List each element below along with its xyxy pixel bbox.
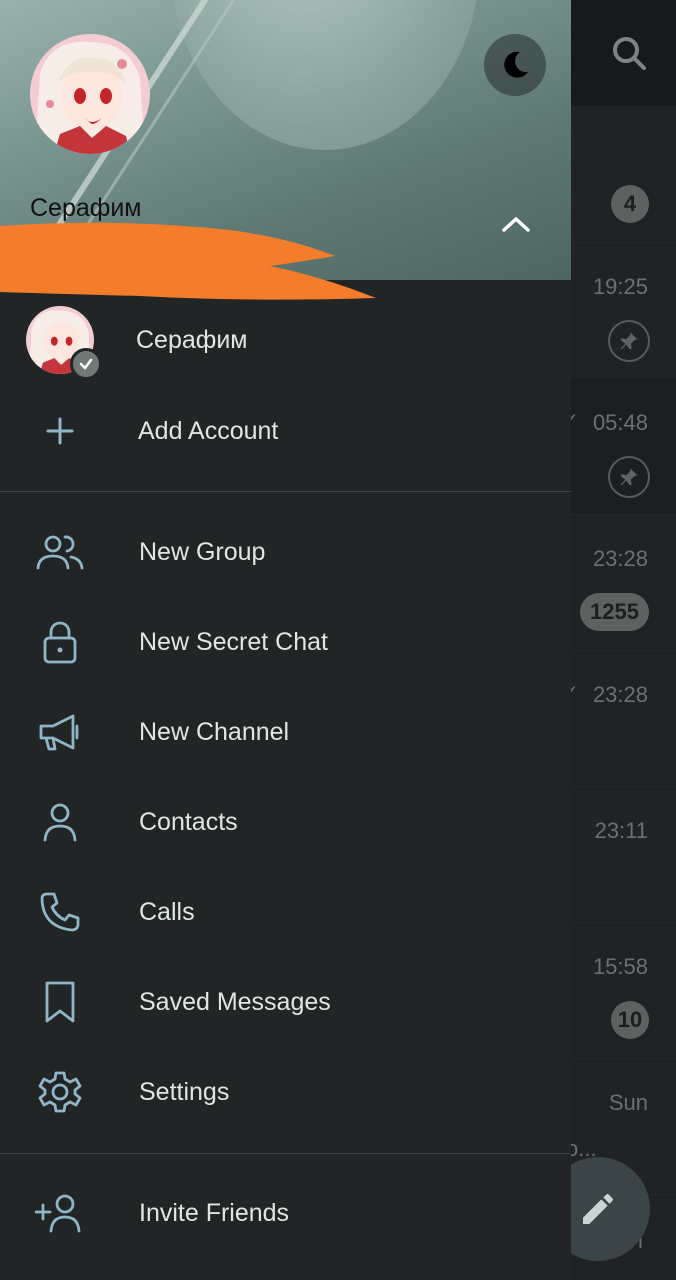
avatar[interactable] <box>30 34 150 154</box>
menu-item-contacts[interactable]: Contacts <box>0 777 571 867</box>
menu-item-new-secret-chat[interactable]: New Secret Chat <box>0 597 571 687</box>
account-row[interactable]: Серафим <box>0 296 571 386</box>
chat-time: 19:25 <box>592 274 648 299</box>
add-account-label: Add Account <box>138 417 279 445</box>
menu-item-settings[interactable]: Settings <box>0 1047 571 1137</box>
menu-item-label: New Secret Chat <box>139 628 328 656</box>
pencil-icon <box>578 1189 618 1229</box>
unread-count-badge: 4 <box>611 185 649 223</box>
group-icon <box>34 526 86 578</box>
divider <box>0 1153 571 1154</box>
menu-item-saved-messages[interactable]: Saved Messages <box>0 957 571 1047</box>
chat-time: 23:11 <box>594 818 648 843</box>
redaction-scribble <box>0 222 376 300</box>
unread-count-badge: 1255 <box>580 593 649 631</box>
bookmark-icon <box>34 976 86 1028</box>
menu-item-label: New Channel <box>139 718 290 746</box>
menu-item-label: Settings <box>139 1078 230 1106</box>
divider <box>0 491 571 492</box>
menu-item-new-group[interactable]: New Group <box>0 507 571 597</box>
person-icon <box>34 796 86 848</box>
account-name: Серафим <box>136 326 248 354</box>
pin-icon <box>608 320 650 362</box>
menu-item-label: Calls <box>139 898 195 926</box>
chevron-up-icon <box>501 214 531 234</box>
megaphone-icon <box>34 706 86 758</box>
menu-item-calls[interactable]: Calls <box>0 867 571 957</box>
menu-item-label: Contacts <box>139 808 238 836</box>
phone-icon <box>34 886 86 938</box>
gear-icon <box>34 1066 86 1118</box>
add-account-button[interactable]: Add Account <box>0 386 571 476</box>
accounts-expand-button[interactable] <box>496 204 536 244</box>
chat-time: 23:28 <box>592 682 648 707</box>
chat-time: Sun <box>608 1090 648 1115</box>
chat-time: 23:28 <box>592 546 648 571</box>
menu-item-invite-friends[interactable]: Invite Friends <box>0 1168 571 1258</box>
night-mode-toggle[interactable] <box>484 34 546 96</box>
unread-count-badge: 10 <box>611 1001 649 1039</box>
menu-item-label: Invite Friends <box>139 1199 290 1227</box>
menu-item-new-channel[interactable]: New Channel <box>0 687 571 777</box>
plus-icon <box>34 405 86 457</box>
active-account-check-icon <box>70 348 102 380</box>
chat-time: 05:48 <box>592 410 648 435</box>
pin-icon <box>608 456 650 498</box>
chat-time: 15:58 <box>592 954 648 979</box>
moon-icon <box>498 48 532 82</box>
search-icon[interactable] <box>606 30 654 78</box>
navigation-drawer: Серафим Серафим Add Account New Group Ne… <box>0 0 571 1280</box>
lock-icon <box>34 616 86 668</box>
menu-item-label: New Group <box>139 538 266 566</box>
add-person-icon <box>34 1187 86 1239</box>
menu-item-label: Saved Messages <box>139 988 331 1016</box>
